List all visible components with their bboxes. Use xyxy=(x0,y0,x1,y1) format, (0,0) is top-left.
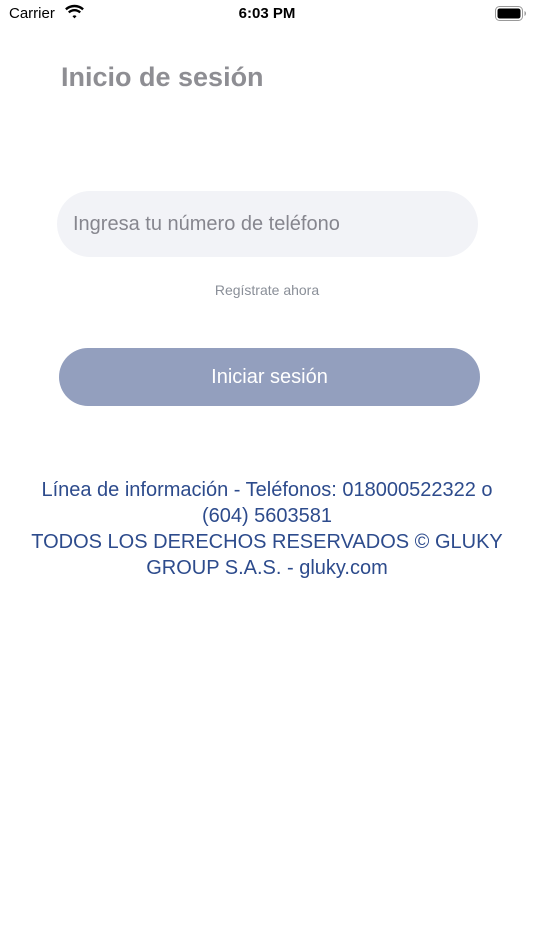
register-link[interactable]: Regístrate ahora xyxy=(0,282,534,298)
phone-number-input[interactable] xyxy=(57,191,478,257)
status-time: 6:03 PM xyxy=(238,5,296,22)
battery-icon xyxy=(495,6,526,21)
rights-line: TODOS LOS DERECHOS RESERVADOS © GLUKY xyxy=(31,531,503,553)
login-button[interactable]: Iniciar sesión xyxy=(59,348,480,406)
info-line-phone: (604) 5603581 xyxy=(201,505,333,527)
page-title: Inicio de sesión xyxy=(61,62,264,92)
status-bar: Carrier 6:03 PM xyxy=(0,0,534,28)
info-line: Línea de información - Teléfonos: 018000… xyxy=(41,479,493,501)
footer-info: Línea de información - Teléfonos: 018000… xyxy=(17,477,517,581)
rights-line-company: GROUP S.A.S. - gluky.com xyxy=(146,557,388,579)
